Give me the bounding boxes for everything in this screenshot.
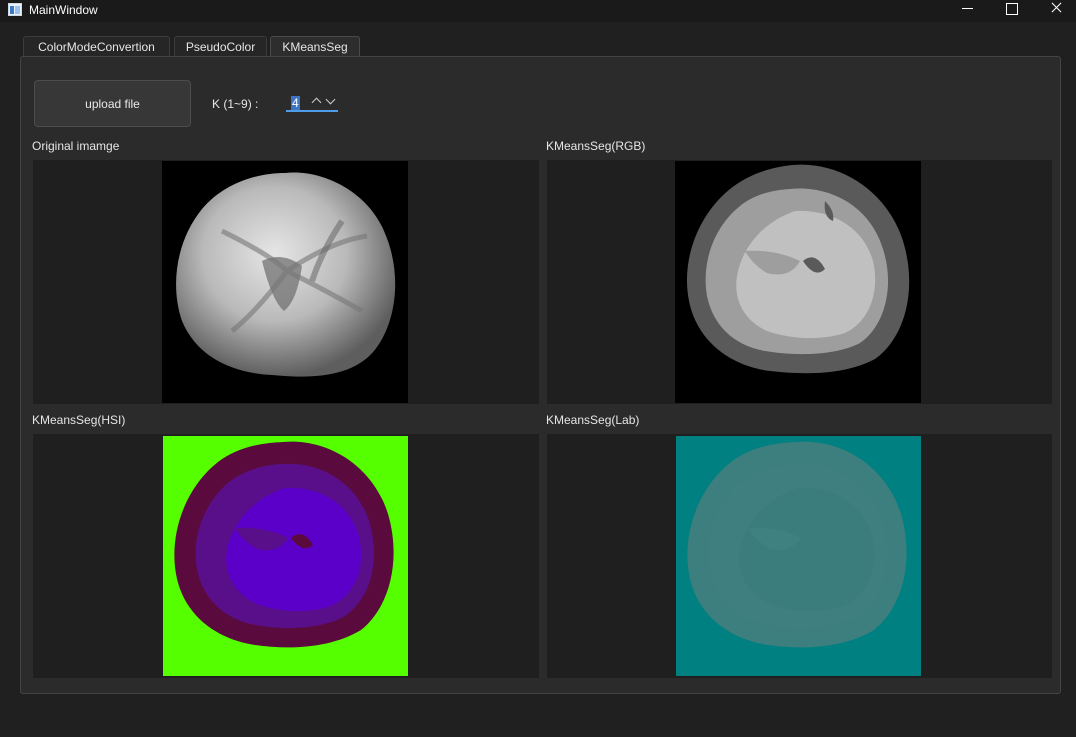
tab-colormodeconvertion[interactable]: ColorModeConvertion: [23, 36, 170, 57]
minimize-icon[interactable]: [944, 0, 990, 22]
original-image: [162, 161, 408, 403]
maximize-icon[interactable]: [990, 0, 1036, 22]
title-bar: MainWindow: [0, 0, 1076, 22]
k-spinbox[interactable]: 4: [286, 94, 338, 112]
window-title: MainWindow: [29, 3, 98, 17]
chevron-down-icon[interactable]: [325, 94, 336, 105]
kmeans-lab-image: [676, 436, 921, 676]
kmeans-rgb-view: [547, 160, 1052, 404]
kmeans-rgb-image: [675, 161, 921, 403]
kmeans-lab-view: [547, 434, 1052, 678]
kmeans-lab-label: KMeansSeg(Lab): [546, 413, 640, 427]
original-image-view: [33, 160, 539, 404]
k-label: K (1~9) :: [212, 97, 259, 111]
tab-pseudocolor[interactable]: PseudoColor: [174, 36, 267, 57]
kmeans-hsi-image: [163, 436, 408, 676]
k-value[interactable]: 4: [291, 96, 300, 110]
kmeans-rgb-label: KMeansSeg(RGB): [546, 139, 646, 153]
close-icon[interactable]: [1036, 0, 1076, 22]
kmeans-hsi-view: [33, 434, 539, 678]
kmeans-hsi-label: KMeansSeg(HSI): [32, 413, 126, 427]
original-image-label: Original imamge: [32, 139, 120, 153]
app-window-icon: [8, 3, 22, 16]
tab-kmeansseg[interactable]: KMeansSeg: [270, 36, 360, 57]
chevron-up-icon[interactable]: [311, 97, 322, 108]
upload-file-button[interactable]: upload file: [34, 80, 191, 127]
